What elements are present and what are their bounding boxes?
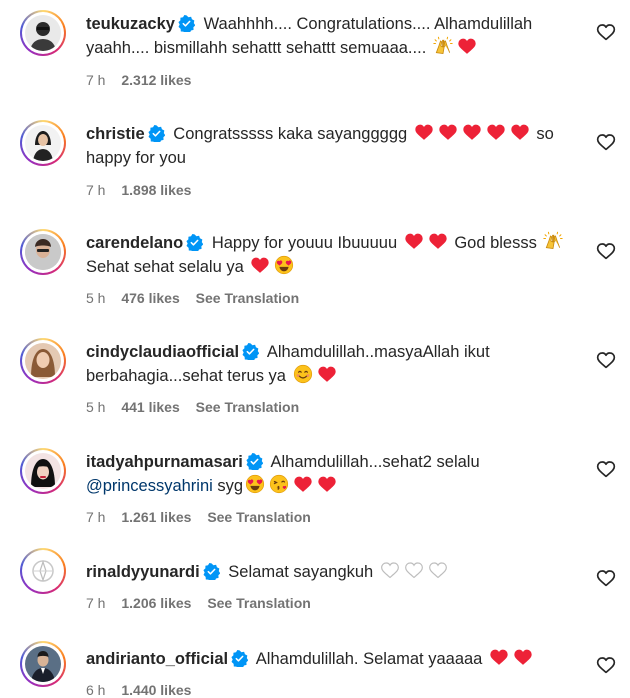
like-heart-icon[interactable] — [596, 132, 616, 152]
comment-time: 5 h — [86, 290, 106, 306]
red-heart-emoji — [293, 474, 313, 494]
comment-username[interactable]: teukuzacky — [86, 15, 175, 33]
verified-badge-icon — [148, 125, 165, 142]
red-heart-emoji — [457, 36, 477, 56]
comment-username[interactable]: rinaldyyunardi — [86, 563, 200, 581]
see-translation-button[interactable]: See Translation — [207, 595, 310, 611]
avatar[interactable] — [20, 229, 66, 275]
comment-body: cindyclaudiaofficial Alhamdulillah..masy… — [86, 340, 574, 388]
comment-text: Happy for youuu Ibuuuuu — [211, 234, 398, 252]
comment-meta: 5 h 476 likes See Translation — [86, 290, 311, 306]
red-heart-emoji — [414, 122, 434, 142]
comment-body: rinaldyyunardi Selamat sayangkuh — [86, 560, 574, 584]
see-translation-button[interactable]: See Translation — [196, 399, 299, 415]
red-heart-emoji — [428, 231, 448, 251]
red-heart-emoji — [510, 122, 530, 142]
comment-likes[interactable]: 1.206 likes — [121, 595, 191, 611]
raised-hands-emoji — [433, 36, 453, 56]
comment-meta: 7 h 2.312 likes — [86, 72, 203, 88]
comment-meta: 7 h 1.898 likes — [86, 182, 203, 198]
comment-text-end: Sehat sehat selalu ya — [86, 258, 244, 276]
comment-username[interactable]: cindyclaudiaofficial — [86, 343, 239, 361]
comment-meta: 6 h 1.440 likes — [86, 682, 203, 698]
comment-time: 7 h — [86, 182, 106, 198]
comment-likes[interactable]: 2.312 likes — [121, 72, 191, 88]
comment-body: teukuzacky Waahhhh.... Congratulations..… — [86, 12, 574, 60]
like-heart-icon[interactable] — [596, 350, 616, 370]
avatar[interactable] — [20, 548, 66, 594]
comment-username[interactable]: andirianto_official — [86, 650, 228, 668]
comment-likes[interactable]: 1.440 likes — [121, 682, 191, 698]
like-heart-icon[interactable] — [596, 655, 616, 675]
like-heart-icon[interactable] — [596, 459, 616, 479]
comment-username[interactable]: itadyahpurnamasari — [86, 453, 243, 471]
white-heart-emoji — [380, 560, 400, 580]
verified-badge-icon — [186, 234, 203, 251]
face-blowing-kiss-emoji — [269, 474, 289, 494]
see-translation-button[interactable]: See Translation — [196, 290, 299, 306]
comment-time: 5 h — [86, 399, 106, 415]
heart-eyes-emoji — [245, 474, 265, 494]
smiling-face-emoji — [293, 364, 313, 384]
avatar[interactable] — [20, 120, 66, 166]
comment-body: christie Congratsssss kaka sayanggggg so… — [86, 122, 574, 170]
like-heart-icon[interactable] — [596, 568, 616, 588]
comment-time: 6 h — [86, 682, 106, 698]
avatar[interactable] — [20, 338, 66, 384]
comment-time: 7 h — [86, 595, 106, 611]
verified-badge-icon — [242, 343, 259, 360]
red-heart-emoji — [317, 474, 337, 494]
avatar[interactable] — [20, 641, 66, 687]
verified-badge-icon — [246, 453, 263, 470]
comment-time: 7 h — [86, 509, 106, 525]
avatar[interactable] — [20, 10, 66, 56]
red-heart-emoji — [438, 122, 458, 142]
verified-badge-icon — [178, 15, 195, 32]
comment-text: Selamat sayangkuh — [228, 563, 374, 581]
comment-likes[interactable]: 476 likes — [121, 290, 179, 306]
white-heart-emoji — [404, 560, 424, 580]
comment-username[interactable]: christie — [86, 125, 145, 143]
comment-likes[interactable]: 1.898 likes — [121, 182, 191, 198]
avatar[interactable] — [20, 448, 66, 494]
red-heart-emoji — [404, 231, 424, 251]
comment-meta: 5 h 441 likes See Translation — [86, 399, 311, 415]
raised-hands-emoji — [543, 231, 563, 251]
comment-text-end: syg — [217, 477, 244, 495]
comment-text: Congratsssss kaka sayanggggg — [173, 125, 408, 143]
mention-link[interactable]: @princessyahrini — [86, 477, 213, 495]
verified-badge-icon — [231, 650, 248, 667]
like-heart-icon[interactable] — [596, 241, 616, 261]
see-translation-button[interactable]: See Translation — [207, 509, 310, 525]
comment-text: Alhamdulillah...sehat2 selalu — [270, 453, 480, 471]
comment-likes[interactable]: 441 likes — [121, 399, 179, 415]
comment-text: Alhamdulillah. Selamat yaaaaa — [255, 650, 483, 668]
comment-meta: 7 h 1.261 likes See Translation — [86, 509, 323, 525]
like-heart-icon[interactable] — [596, 22, 616, 42]
red-heart-emoji — [489, 647, 509, 667]
comment-text-mid: God blesss — [454, 234, 537, 252]
comment-body: andirianto_official Alhamdulillah. Selam… — [86, 647, 574, 671]
red-heart-emoji — [513, 647, 533, 667]
comment-likes[interactable]: 1.261 likes — [121, 509, 191, 525]
comment-meta: 7 h 1.206 likes See Translation — [86, 595, 323, 611]
red-heart-emoji — [462, 122, 482, 142]
comment-username[interactable]: carendelano — [86, 234, 183, 252]
red-heart-emoji — [317, 364, 337, 384]
comment-body: itadyahpurnamasari Alhamdulillah...sehat… — [86, 450, 574, 498]
white-heart-emoji — [428, 560, 448, 580]
comment-time: 7 h — [86, 72, 106, 88]
red-heart-emoji — [250, 255, 270, 275]
red-heart-emoji — [486, 122, 506, 142]
verified-badge-icon — [203, 563, 220, 580]
heart-eyes-emoji — [274, 255, 294, 275]
comment-body: carendelano Happy for youuu Ibuuuuu God … — [86, 231, 574, 279]
